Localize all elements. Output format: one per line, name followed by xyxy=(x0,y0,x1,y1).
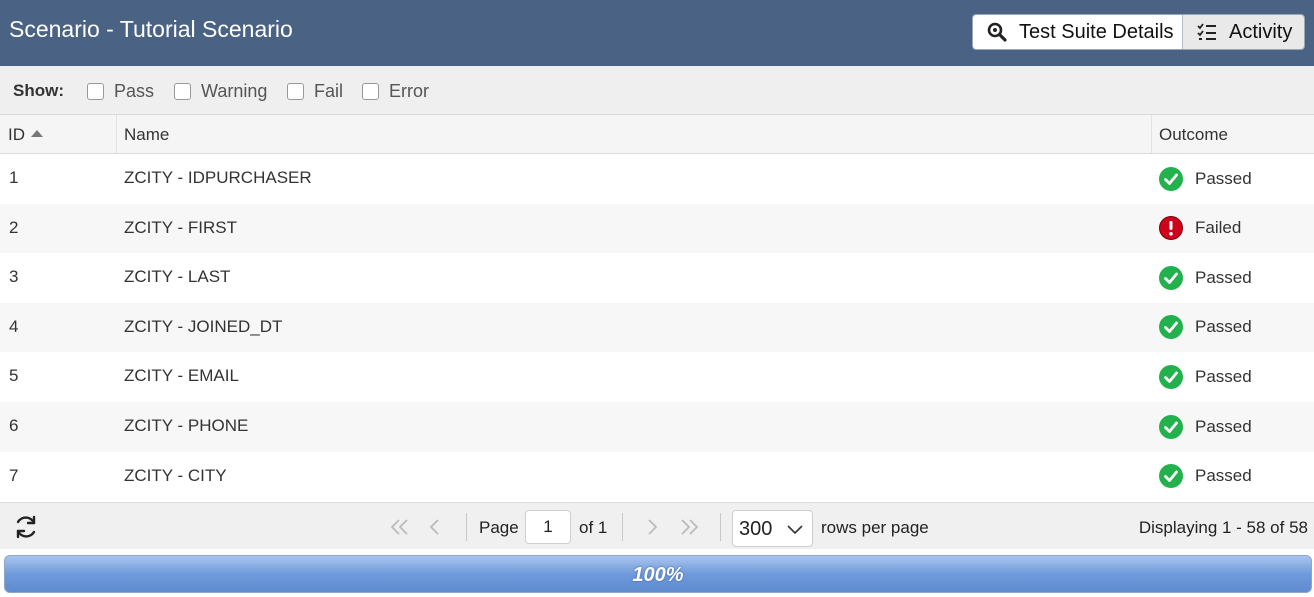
pager-separator xyxy=(720,513,721,541)
check-circle-icon xyxy=(1159,265,1183,290)
column-header-id-label: ID xyxy=(8,125,25,144)
row-id: 2 xyxy=(9,217,19,237)
table-row[interactable]: 2 ZCITY - FIRST Failed xyxy=(0,203,1314,254)
filter-bar: Show: Pass Warning Fail Error xyxy=(0,66,1314,115)
row-outcome-label: Passed xyxy=(1195,267,1252,287)
next-page-icon[interactable] xyxy=(647,518,659,536)
table-row[interactable]: 3 ZCITY - LAST Passed xyxy=(0,253,1314,303)
row-name: ZCITY - LAST xyxy=(124,267,231,287)
checkbox-box[interactable] xyxy=(287,83,304,100)
test-suite-details-label: Test Suite Details xyxy=(1019,20,1174,43)
refresh-icon[interactable] xyxy=(13,514,39,540)
column-header-name[interactable]: Name xyxy=(117,115,1152,153)
table-row[interactable]: 6 ZCITY - PHONE Passed xyxy=(0,402,1314,452)
display-count-text: Displaying 1 - 58 of 58 xyxy=(1138,518,1308,537)
check-circle-icon xyxy=(1159,315,1183,340)
filter-warning-label: Warning xyxy=(201,81,268,101)
checklist-icon xyxy=(1197,23,1216,40)
rows-per-page-select[interactable]: 300 xyxy=(732,510,813,547)
checkbox-box[interactable] xyxy=(174,83,191,100)
table-body: 1 ZCITY - IDPURCHASER Passed 2 ZCITY - F… xyxy=(0,154,1314,502)
pager-separator xyxy=(466,513,467,541)
row-name: ZCITY - CITY xyxy=(124,465,227,485)
filter-pass-checkbox[interactable]: Pass xyxy=(87,81,154,102)
row-name: ZCITY - IDPURCHASER xyxy=(124,168,312,187)
row-outcome-label: Failed xyxy=(1195,218,1242,238)
row-outcome: Passed xyxy=(1159,253,1252,302)
header-bar: Scenario - Tutorial Scenario Test Suite … xyxy=(0,0,1314,66)
filter-error-label: Error xyxy=(389,81,429,101)
table-row[interactable]: 1 ZCITY - IDPURCHASER Passed xyxy=(0,154,1314,204)
page-title: Scenario - Tutorial Scenario xyxy=(9,16,293,42)
row-id: 4 xyxy=(9,316,19,336)
activity-button[interactable]: Activity xyxy=(1183,15,1304,49)
table-header: ID Name Outcome xyxy=(0,115,1314,154)
last-page-icon[interactable] xyxy=(679,518,699,536)
first-page-icon[interactable] xyxy=(390,518,410,536)
exclamation-circle-icon xyxy=(1159,216,1183,241)
pagination-bar: Page 1 of 1 300 rows per page Displaying… xyxy=(0,502,1314,549)
column-header-outcome[interactable]: Outcome xyxy=(1152,115,1314,153)
checkbox-box[interactable] xyxy=(362,83,379,100)
filter-error-checkbox[interactable]: Error xyxy=(362,81,429,102)
previous-page-icon[interactable] xyxy=(428,518,440,536)
check-circle-icon xyxy=(1159,464,1183,489)
row-outcome: Passed xyxy=(1159,452,1252,501)
check-circle-icon xyxy=(1159,414,1183,439)
check-circle-icon xyxy=(1159,166,1183,191)
check-circle-icon xyxy=(1159,364,1183,389)
row-id: 1 xyxy=(9,168,19,187)
row-name: ZCITY - EMAIL xyxy=(124,366,239,386)
row-name: ZCITY - PHONE xyxy=(124,416,249,435)
row-outcome: Passed xyxy=(1159,352,1252,401)
page-count-label: of 1 xyxy=(579,518,608,537)
rows-per-page-label: rows per page xyxy=(821,518,929,537)
row-outcome: Failed xyxy=(1159,204,1241,253)
filter-fail-checkbox[interactable]: Fail xyxy=(287,81,343,102)
rows-per-page-value: 300 xyxy=(739,518,773,540)
row-outcome: Passed xyxy=(1159,402,1252,451)
progress-bar: 100% xyxy=(4,555,1312,593)
column-header-outcome-label: Outcome xyxy=(1159,125,1228,144)
progress-text: 100% xyxy=(632,564,684,586)
filter-fail-label: Fail xyxy=(314,81,344,101)
show-label: Show: xyxy=(13,81,64,100)
table-row[interactable]: 7 ZCITY - CITY Passed xyxy=(0,452,1314,502)
filter-warning-checkbox[interactable]: Warning xyxy=(174,81,267,102)
row-name: ZCITY - JOINED_DT xyxy=(124,316,283,336)
row-id: 7 xyxy=(9,465,19,485)
test-suite-details-button[interactable]: Test Suite Details xyxy=(973,15,1183,49)
checkbox-box[interactable] xyxy=(87,83,104,100)
pager-separator xyxy=(622,513,623,541)
magnifier-icon xyxy=(987,22,1007,42)
row-id: 6 xyxy=(9,416,19,435)
view-toggle-group: Test Suite Details Activity xyxy=(972,14,1305,50)
row-outcome-label: Passed xyxy=(1195,416,1252,436)
row-outcome-label: Passed xyxy=(1195,366,1252,386)
row-id: 3 xyxy=(9,267,19,287)
page-number-input[interactable]: 1 xyxy=(525,510,571,544)
table-row[interactable]: 5 ZCITY - EMAIL Passed xyxy=(0,352,1314,402)
row-outcome-label: Passed xyxy=(1195,168,1252,188)
table-row[interactable]: 4 ZCITY - JOINED_DT Passed xyxy=(0,302,1314,353)
page-label: Page xyxy=(479,518,519,537)
row-outcome-label: Passed xyxy=(1195,317,1252,337)
row-name: ZCITY - FIRST xyxy=(124,217,238,237)
row-outcome: Passed xyxy=(1159,303,1252,352)
sort-ascending-icon xyxy=(31,130,43,138)
chevron-down-icon xyxy=(787,525,803,535)
filter-pass-label: Pass xyxy=(114,81,155,101)
row-outcome-label: Passed xyxy=(1195,466,1252,486)
column-header-name-label: Name xyxy=(124,125,170,144)
row-id: 5 xyxy=(9,366,19,386)
row-outcome: Passed xyxy=(1159,154,1252,203)
column-header-id[interactable]: ID xyxy=(0,115,117,153)
activity-label: Activity xyxy=(1229,20,1293,43)
